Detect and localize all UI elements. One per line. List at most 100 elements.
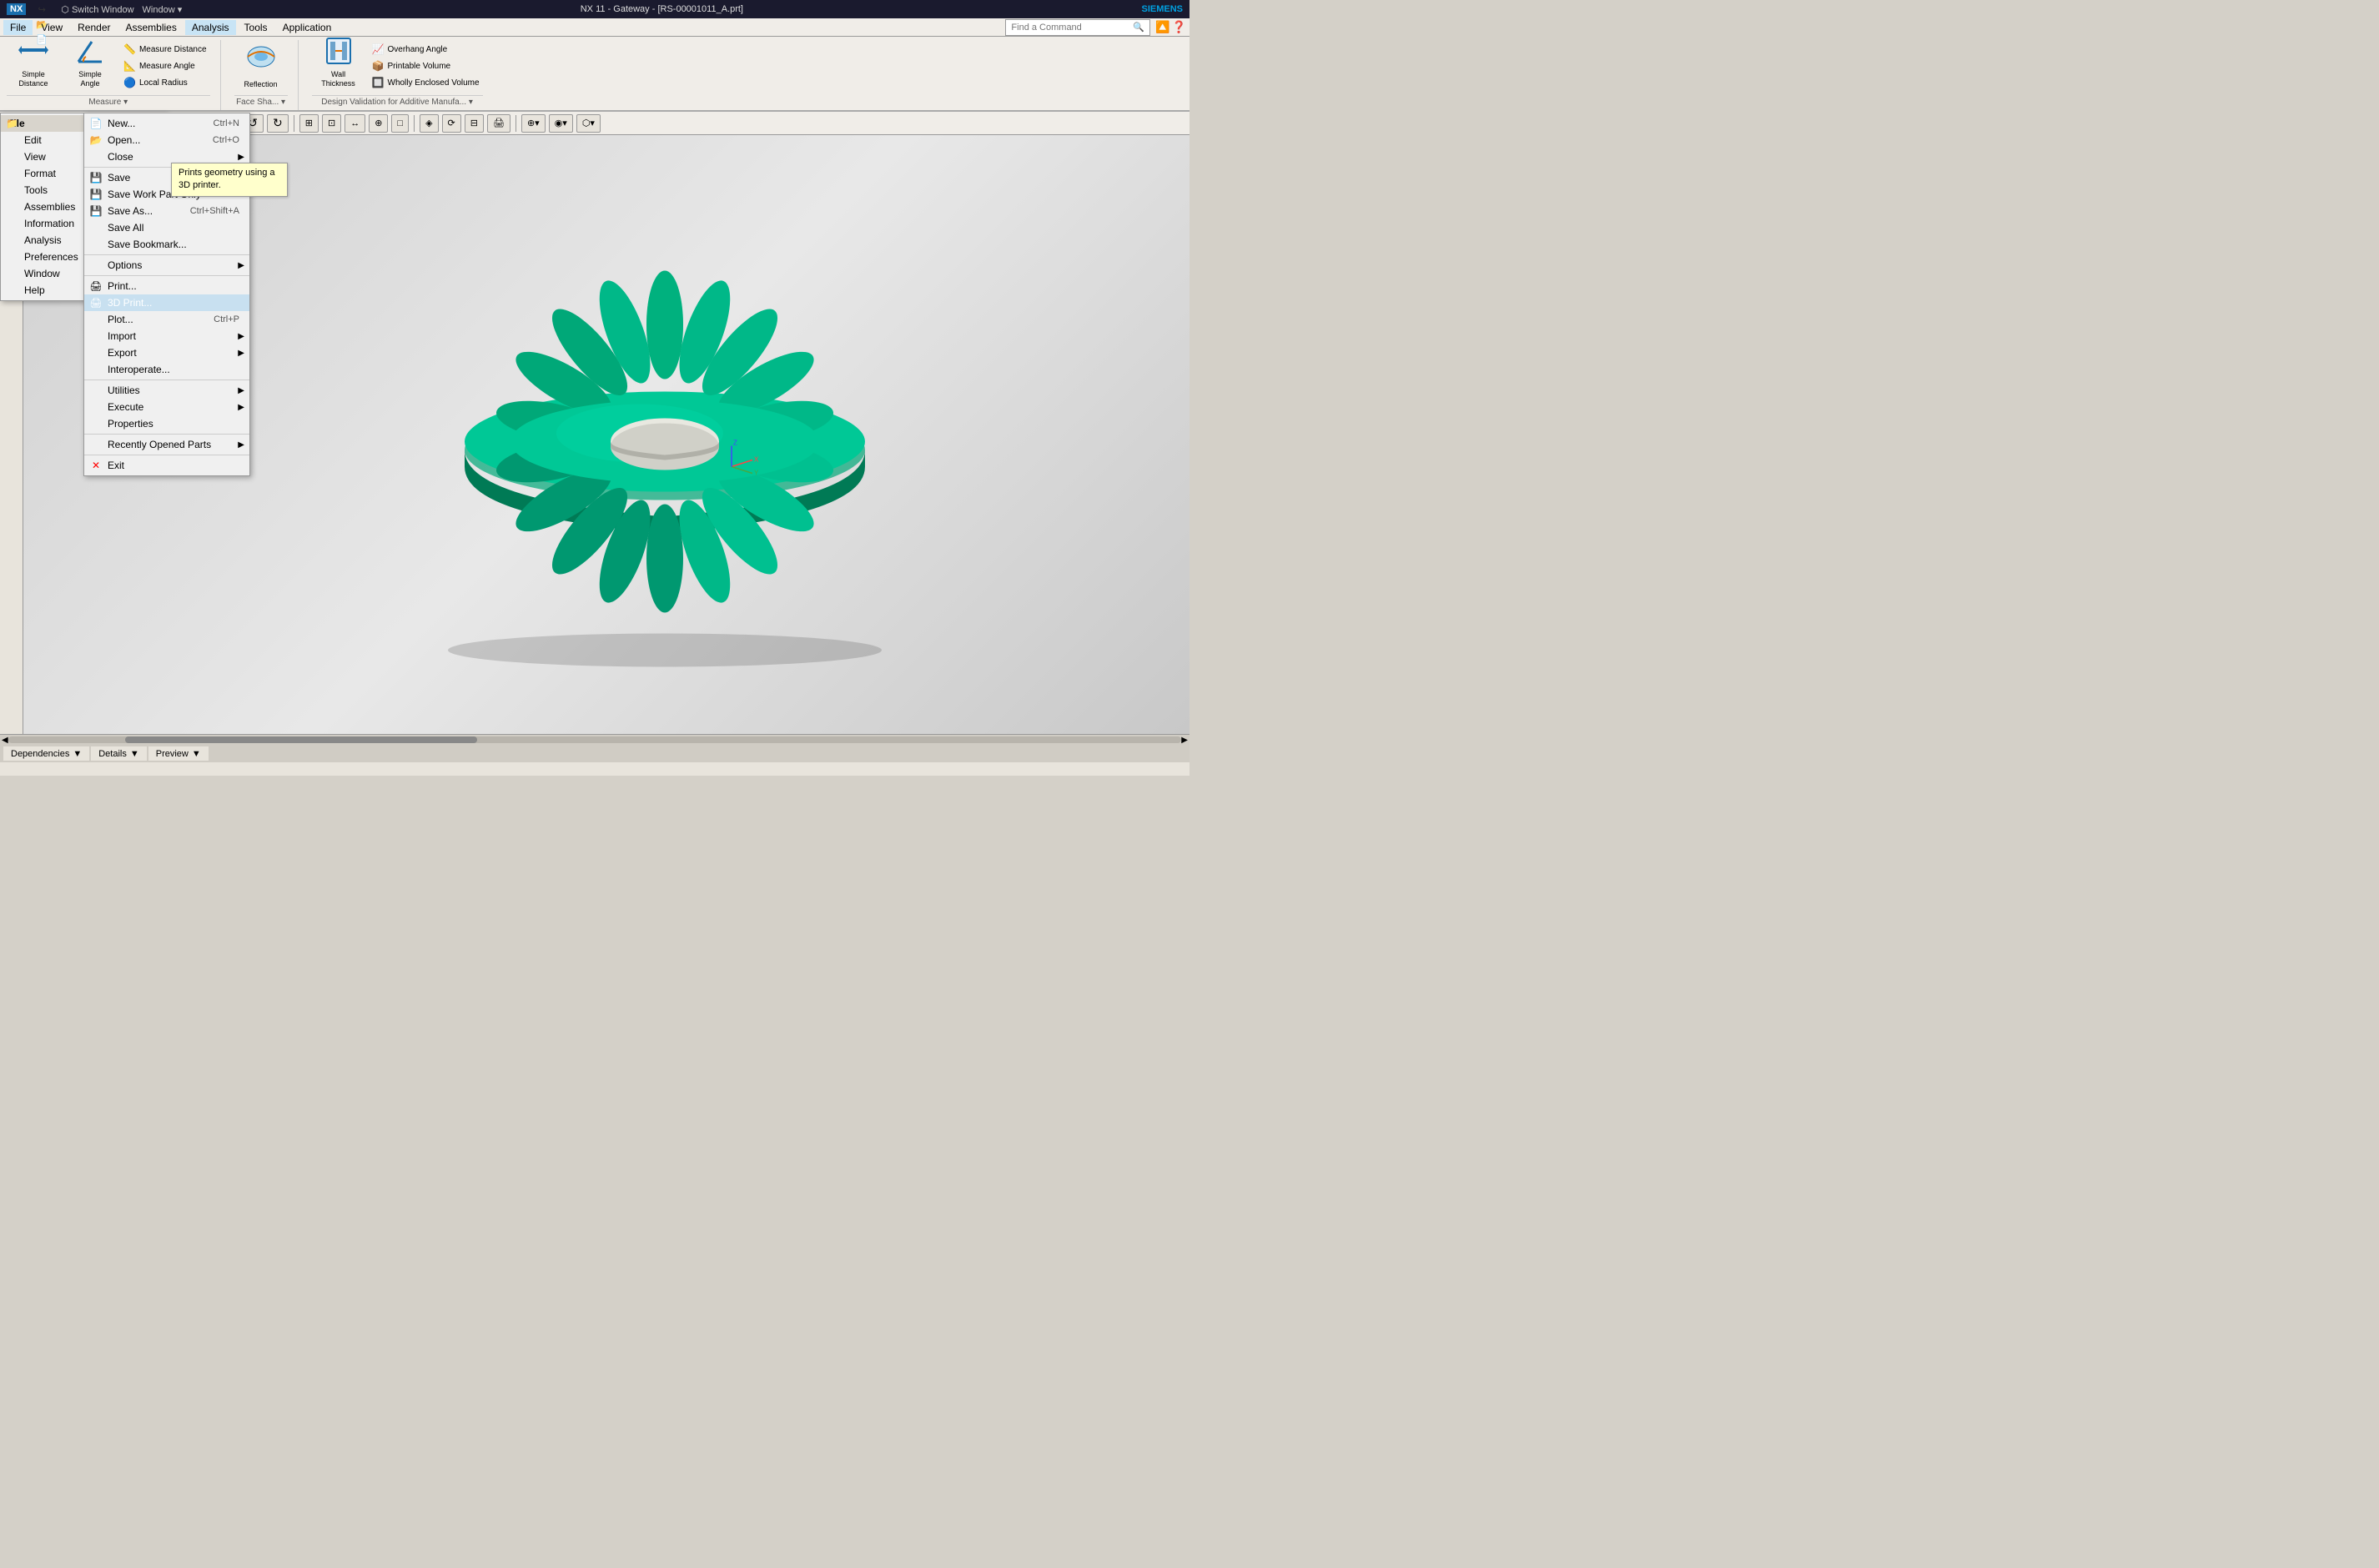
printable-volume-icon: 📦 <box>372 60 385 72</box>
submenu-plot[interactable]: Plot... Ctrl+P <box>84 311 249 328</box>
measure-distance-btn[interactable]: 📏 Measure Distance <box>120 42 210 57</box>
window-menu-btn[interactable]: Window ▾ <box>143 4 183 15</box>
dependencies-tab[interactable]: Dependencies ▼ <box>3 746 89 761</box>
find-command-box[interactable]: 🔍 <box>1005 19 1150 36</box>
view-btn-7[interactable]: ⟳ <box>442 114 461 133</box>
submenu-print[interactable]: 🖨 Print... <box>84 278 249 294</box>
submenu-import-label: Import <box>108 330 136 342</box>
local-radius-btn[interactable]: 🔵 Local Radius <box>120 75 210 90</box>
submenu-export[interactable]: Export ▶ <box>84 344 249 361</box>
reflection-icon <box>241 40 281 80</box>
help-btn[interactable]: ❓ <box>1172 20 1186 34</box>
ribbon: SimpleDistance SimpleAngle 📏 Measure Dis… <box>0 37 1190 112</box>
submenu-interoperate[interactable]: Interoperate... <box>84 361 249 378</box>
view-btn-12[interactable]: ⬡▾ <box>576 114 601 133</box>
wall-thickness-btn[interactable]: WallThickness <box>312 27 365 92</box>
ribbon-minimize-btn[interactable]: 🔼 <box>1155 20 1169 34</box>
details-tab[interactable]: Details ▼ <box>91 746 147 761</box>
gear-3d-model: X Y Z <box>373 183 957 686</box>
toolbar-sep-3 <box>414 115 415 132</box>
submenu-properties[interactable]: Properties <box>84 415 249 432</box>
menu-window-label: Window <box>24 268 60 279</box>
view-btn-2[interactable]: ⊡ <box>322 114 341 133</box>
view-btn-10[interactable]: ⊕▾ <box>521 114 546 133</box>
scrollbar-thumb[interactable] <box>125 736 477 743</box>
local-radius-icon: 🔵 <box>123 77 136 88</box>
reflection-btn[interactable]: Reflection <box>234 37 288 92</box>
switch-window-btn[interactable]: ⬡ Switch Window <box>61 4 133 15</box>
scroll-right-btn[interactable]: ▶ <box>1181 736 1188 745</box>
overhang-angle-icon: 📈 <box>372 43 385 55</box>
dependencies-label: Dependencies <box>11 749 69 759</box>
view-btn-1[interactable]: ⊞ <box>299 114 319 133</box>
submenu-new[interactable]: 📄 New... Ctrl+N <box>84 115 249 132</box>
execute-arrow: ▶ <box>238 403 244 412</box>
submenu-utilities[interactable]: Utilities ▶ <box>84 382 249 399</box>
menu-analysis-label: Analysis <box>24 234 62 246</box>
view-btn-3[interactable]: ↔ <box>345 114 365 133</box>
submenu-exit[interactable]: ✕ Exit <box>84 457 249 474</box>
redo-btn[interactable]: ↪ <box>34 2 49 17</box>
close-arrow: ▶ <box>238 153 244 162</box>
view-btn-9[interactable]: 🖨 <box>487 114 511 133</box>
save-as-shortcut: Ctrl+Shift+A <box>190 206 239 216</box>
measure-angle-icon: 📐 <box>123 60 136 72</box>
scroll-left-btn[interactable]: ◀ <box>2 736 8 745</box>
menubar-tools[interactable]: Tools <box>238 20 274 35</box>
submenu-exit-label: Exit <box>108 460 124 471</box>
wholly-enclosed-btn[interactable]: 🔲 Wholly Enclosed Volume <box>369 75 483 90</box>
view-btn-6[interactable]: ◈ <box>420 114 438 133</box>
view-btn-8[interactable]: ⊟ <box>465 114 484 133</box>
view-btn-4[interactable]: ⊕ <box>369 114 388 133</box>
view-btn-11[interactable]: ◉▾ <box>549 114 573 133</box>
submenu-export-label: Export <box>108 347 137 359</box>
submenu-execute-label: Execute <box>108 401 143 413</box>
measure-distance-label: Measure Distance <box>139 45 207 54</box>
submenu-save-all[interactable]: Save All <box>84 219 249 236</box>
submenu-3dprint[interactable]: 🖨 3D Print... <box>84 294 249 311</box>
save-as-icon: 💾 <box>89 204 103 218</box>
local-radius-label: Local Radius <box>139 78 188 88</box>
menu-information-label: Information <box>24 218 74 229</box>
submenu-save-as[interactable]: 💾 Save As... Ctrl+Shift+A <box>84 203 249 219</box>
preview-tab[interactable]: Preview ▼ <box>148 746 209 761</box>
submenu-open[interactable]: 📂 Open... Ctrl+O <box>84 132 249 148</box>
submenu-save-bookmark[interactable]: Save Bookmark... <box>84 236 249 253</box>
gear-svg: X Y Z <box>373 183 957 684</box>
recent-arrow: ▶ <box>238 440 244 450</box>
submenu-options[interactable]: Options ▶ <box>84 257 249 274</box>
submenu-recent[interactable]: Recently Opened Parts ▶ <box>84 436 249 453</box>
submenu-new-label: New... <box>108 118 135 129</box>
bottom-scrollbar[interactable]: ◀ ▶ <box>0 735 1190 745</box>
ribbon-face-items: Reflection <box>234 37 288 92</box>
wall-thickness-label: WallThickness <box>321 70 355 88</box>
submenu-execute[interactable]: Execute ▶ <box>84 399 249 415</box>
ribbon-group-face: Reflection Face Sha... ▾ <box>234 40 299 110</box>
sep-2 <box>84 254 249 255</box>
interoperate-icon <box>89 363 103 376</box>
scrollbar-track[interactable] <box>8 736 1182 743</box>
redo-toolbar-btn[interactable]: ↻ <box>267 114 289 133</box>
submenu-print-label: Print... <box>108 280 137 292</box>
plot-icon <box>89 313 103 326</box>
overhang-angle-btn[interactable]: 📈 Overhang Angle <box>369 42 483 57</box>
printable-volume-btn[interactable]: 📦 Printable Volume <box>369 58 483 73</box>
menu-view-label: View <box>24 151 46 163</box>
new-shortcut: Ctrl+N <box>214 118 239 128</box>
bottom-panel: ◀ ▶ Dependencies ▼ Details ▼ Preview ▼ <box>0 734 1190 776</box>
sep-4 <box>84 379 249 380</box>
view-btn-5[interactable]: □ <box>391 114 409 133</box>
bottom-tabs: Dependencies ▼ Details ▼ Preview ▼ <box>0 745 1190 762</box>
search-icon: 🔍 <box>1133 22 1144 33</box>
simple-distance-btn[interactable]: SimpleDistance <box>7 27 60 92</box>
ribbon-design-val-items: WallThickness 📈 Overhang Angle 📦 Printab… <box>312 27 483 92</box>
wholly-enclosed-icon: 🔲 <box>372 77 385 88</box>
simple-angle-btn[interactable]: SimpleAngle <box>63 27 117 92</box>
menu-file-icon: 📁 <box>6 118 18 129</box>
find-command-input[interactable] <box>1011 23 1129 33</box>
wall-thickness-icon <box>319 30 359 70</box>
measure-small-group: 📏 Measure Distance 📐 Measure Angle 🔵 Loc… <box>120 42 210 92</box>
menu-preferences-label: Preferences <box>24 251 78 263</box>
measure-angle-btn[interactable]: 📐 Measure Angle <box>120 58 210 73</box>
submenu-import[interactable]: Import ▶ <box>84 328 249 344</box>
